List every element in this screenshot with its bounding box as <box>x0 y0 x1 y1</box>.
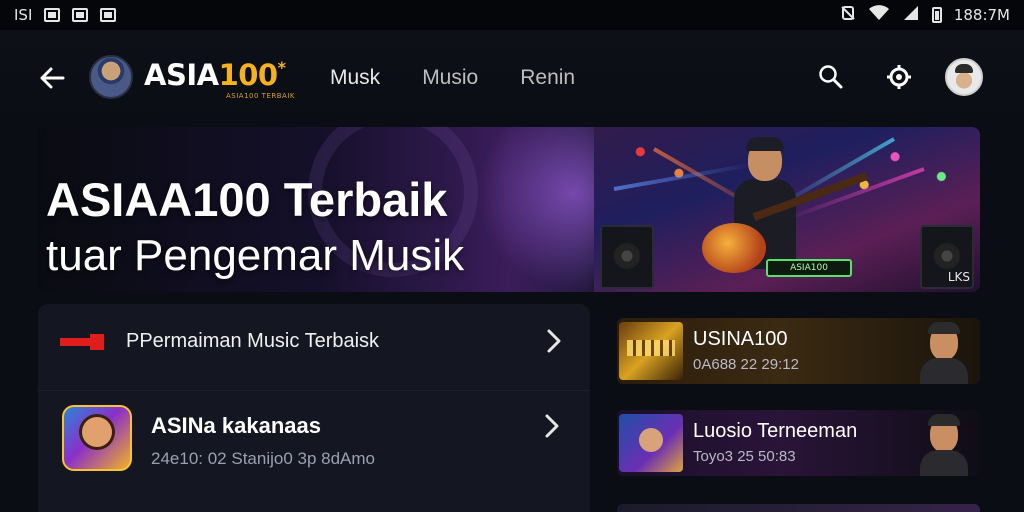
music-list-panel: PPermaiman Music Terbaisk ASINa kakanaas… <box>38 304 590 512</box>
speaker-left <box>600 225 654 289</box>
hero-title: ASIAA100 Terbaik tuar Pengemar Musik <box>46 172 464 284</box>
brand-logo[interactable]: ASIA100* <box>144 58 286 92</box>
guitarist-head <box>746 137 784 181</box>
hero-banner[interactable]: ASIAA100 Terbaik tuar Pengemar Musik ASI… <box>38 127 980 292</box>
artist-image <box>914 322 974 384</box>
status-time: 188:7M <box>953 6 1010 24</box>
search-icon <box>819 65 843 89</box>
card-subtitle: Toyo3 25 50:83 <box>693 448 796 465</box>
top-nav: Musk Musio Renin <box>330 66 575 90</box>
chevron-right-icon <box>541 411 563 448</box>
app-header: ASIA100* ASIA100 TERBAIK Musk Musio Reni… <box>0 30 1024 126</box>
nav-item-musio[interactable]: Musio <box>422 66 478 90</box>
dnd-icon <box>840 5 856 25</box>
back-button[interactable] <box>36 62 68 94</box>
chevron-right-icon <box>543 326 565 363</box>
brand-tagline: ASIA100 TERBAIK <box>226 92 295 100</box>
card-title: USINA100 <box>693 328 788 350</box>
list-item[interactable]: PPermaiman Music Terbaisk <box>38 304 590 380</box>
card-title: Luosio Terneeman <box>693 420 858 442</box>
wifi-icon <box>868 5 890 25</box>
music-card[interactable]: Luosio Terneeman Toyo3 25 50:83 <box>617 410 980 476</box>
card-subtitle: 0A688 22 29:12 <box>693 356 799 373</box>
brand-star: * <box>277 58 286 77</box>
hero-badge: ASIA100 <box>766 259 852 277</box>
notification-icon <box>44 8 61 22</box>
status-bar: ISI 188:7M <box>0 0 1024 30</box>
list-item-subtitle: 24e10: 02 Stanijo0 3p 8dAmo <box>151 449 376 468</box>
guitar-body <box>702 223 766 273</box>
gear-icon <box>887 65 911 89</box>
brand-avatar <box>89 55 133 99</box>
battery-icon <box>931 7 942 23</box>
music-card[interactable]: USINA100 0A688 22 29:12 <box>617 318 980 384</box>
notification-icon <box>100 8 117 22</box>
back-arrow-icon <box>40 67 65 89</box>
notification-icon <box>72 8 89 22</box>
music-card[interactable] <box>617 504 980 512</box>
game-thumbnail <box>62 405 132 471</box>
artist-image <box>914 414 974 476</box>
user-avatar[interactable] <box>945 58 983 96</box>
list-item-title: ASINa kakanaas <box>151 413 321 438</box>
settings-button[interactable] <box>884 62 914 92</box>
card-thumbnail <box>619 322 683 380</box>
search-button[interactable] <box>816 62 846 92</box>
brand-number: 100 <box>218 58 279 92</box>
status-left-text: ISI <box>14 6 33 24</box>
list-item-label: PPermaiman Music Terbaisk <box>126 330 380 352</box>
list-item[interactable]: ASINa kakanaas 24e10: 02 Stanijo0 3p 8dA… <box>38 390 590 500</box>
card-thumbnail <box>619 414 683 472</box>
hero-corner-text: LKS <box>947 270 970 284</box>
hero-concert-image: ASIA100 LKS <box>594 127 980 292</box>
brand-text: ASIA <box>144 58 219 92</box>
nav-item-renin[interactable]: Renin <box>520 66 575 90</box>
hero-title-line1: ASIAA100 Terbaik <box>46 173 448 226</box>
nav-item-musk[interactable]: Musk <box>330 66 380 90</box>
signal-icon <box>902 5 920 25</box>
hero-title-line2: tuar Pengemar Musik <box>46 231 465 280</box>
red-flag-icon <box>60 334 104 350</box>
